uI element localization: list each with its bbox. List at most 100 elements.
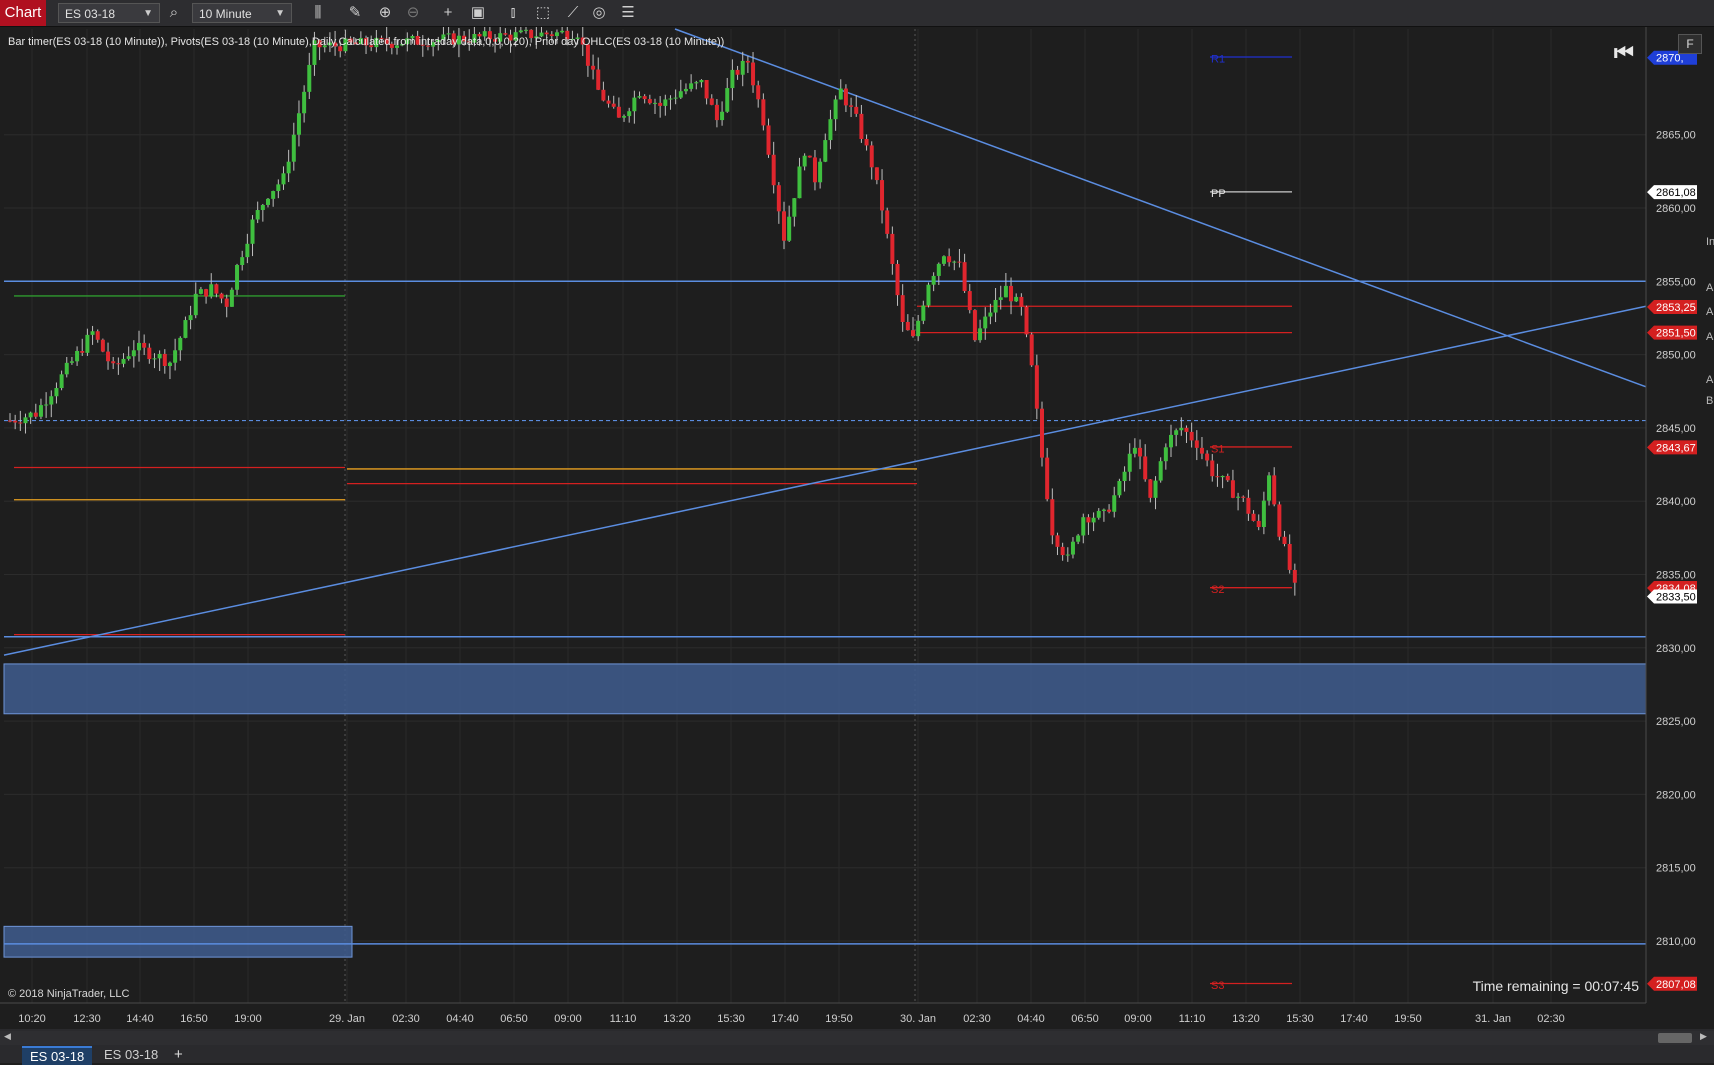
price-marker: 2851,50 [1647, 325, 1697, 340]
candle-body [678, 91, 683, 98]
candle-body [271, 191, 276, 199]
refresh-icon[interactable]: ◎ [589, 3, 609, 23]
candle-body [229, 289, 234, 307]
candle-body [1029, 334, 1034, 366]
candle-body [240, 257, 245, 266]
candle-body [1086, 517, 1091, 523]
list-icon[interactable]: ☰ [618, 3, 638, 23]
candle-body [1138, 447, 1143, 457]
candle-body [900, 295, 905, 322]
zoom-in-icon[interactable]: ⊕ [375, 3, 395, 23]
candle-body [596, 69, 601, 90]
candle-body [90, 331, 95, 335]
y-tick-label: 2835,00 [1656, 570, 1696, 582]
candle-body [95, 331, 100, 340]
indicators-icon[interactable]: ⬚ [533, 3, 553, 23]
pivot-label: PP [1211, 188, 1226, 200]
split-icon[interactable]: ⫾ [503, 3, 523, 23]
add-tab-button[interactable]: + [174, 1046, 183, 1063]
price-marker-label: 2807,08 [1656, 979, 1696, 991]
candle-body [776, 185, 781, 212]
candle-body [1169, 434, 1173, 448]
candle-body [771, 154, 776, 186]
candle-body [647, 99, 652, 104]
draw-icon[interactable]: ✎ [345, 3, 365, 23]
interval-selector[interactable]: 10 Minute ▼ [192, 3, 292, 23]
candle-body [518, 30, 523, 33]
candle-body [69, 361, 74, 363]
candle-body [756, 85, 761, 100]
zoom-out-icon[interactable]: ⊖ [403, 3, 423, 23]
candle-body [131, 350, 136, 357]
price-marker: 2807,08 [1647, 976, 1697, 991]
candle-body [291, 134, 296, 162]
candle-body [1009, 285, 1014, 302]
candle-body [307, 64, 312, 92]
properties-icon[interactable]: ▣ [468, 3, 488, 23]
candle-body [792, 198, 797, 217]
tab-es-03-18[interactable]: ES 03-18 [96, 1046, 166, 1063]
candle-body [782, 211, 786, 241]
candle-body [1251, 513, 1256, 521]
candle-body [1024, 306, 1029, 335]
candle-body [714, 104, 719, 121]
bar-type-icon[interactable]: ⫼ [308, 3, 328, 23]
candle-body [1184, 427, 1189, 432]
candle-body [941, 256, 946, 264]
candle-body [627, 111, 632, 117]
candle-body [1153, 480, 1158, 498]
candle-body [689, 83, 694, 89]
candle-body [1158, 461, 1163, 481]
candle-body [544, 32, 549, 35]
support-zone[interactable] [3, 925, 353, 958]
candle-body [1122, 471, 1127, 481]
candle-body [1210, 460, 1215, 477]
candle-body [1215, 476, 1220, 478]
tab-es-03-18-active[interactable]: ES 03-18 [22, 1046, 93, 1065]
price-marker: 2843,67 [1647, 440, 1697, 455]
price-chart[interactable]: R1 PP S1 S2 S3 2810,00 2815,00 2820,00 2825,00 28… [0, 27, 1714, 1031]
candle-body [296, 113, 301, 135]
y-tick-label: 2845,00 [1656, 423, 1696, 435]
candle-body [1081, 517, 1086, 536]
candle-body [972, 310, 977, 341]
copyright-label: © 2018 NinjaTrader, LLC [8, 988, 130, 1000]
strategies-icon[interactable]: ⟋ [563, 3, 583, 23]
scroll-right-icon[interactable]: ▶ [1700, 1031, 1707, 1042]
candle-body [761, 99, 766, 126]
scroll-to-start-icon[interactable]: ⏮ [1614, 40, 1634, 66]
scroll-left-icon[interactable]: ◀ [4, 1031, 11, 1042]
horizontal-scrollbar[interactable]: ◀ ▶ [0, 1031, 1714, 1045]
candle-body [849, 105, 854, 107]
chart-menu-button[interactable]: Chart [0, 0, 46, 26]
x-tick-label: 04:40 [1017, 1013, 1045, 1025]
candle-body [503, 33, 508, 35]
candle-body [1019, 296, 1024, 307]
candle-body [281, 173, 286, 185]
candle-body [126, 356, 131, 359]
candle-body [1236, 496, 1241, 498]
candle-body [880, 180, 885, 211]
side-fragment: A [1706, 282, 1714, 294]
candle-body [64, 362, 69, 375]
candle-body [162, 353, 167, 366]
candle-body [1246, 497, 1251, 514]
candle-body [766, 125, 771, 155]
candle-body [245, 243, 250, 258]
side-fragment: B [1706, 395, 1714, 407]
candle-body [833, 99, 838, 120]
candle-body [209, 284, 214, 297]
chart-toolbar: Chart ES 03-18 ▼ ⌕ 10 Minute ▼ ⫼ ✎ ⊕ ⊖ +… [0, 0, 1714, 27]
support-zone[interactable] [3, 663, 1647, 715]
scroll-thumb[interactable] [1658, 1033, 1692, 1043]
candle-body [802, 155, 807, 167]
price-marker-label: 2853,25 [1656, 302, 1696, 314]
crosshair-icon[interactable]: + [438, 3, 458, 23]
instrument-selector[interactable]: ES 03-18 ▼ [58, 3, 160, 23]
candle-body [49, 396, 54, 405]
x-tick-label: 09:00 [1124, 1013, 1152, 1025]
search-icon[interactable]: ⌕ [164, 3, 184, 23]
f-button[interactable]: F [1678, 34, 1702, 54]
candle-body [735, 69, 740, 75]
x-tick-label: 02:30 [392, 1013, 420, 1025]
